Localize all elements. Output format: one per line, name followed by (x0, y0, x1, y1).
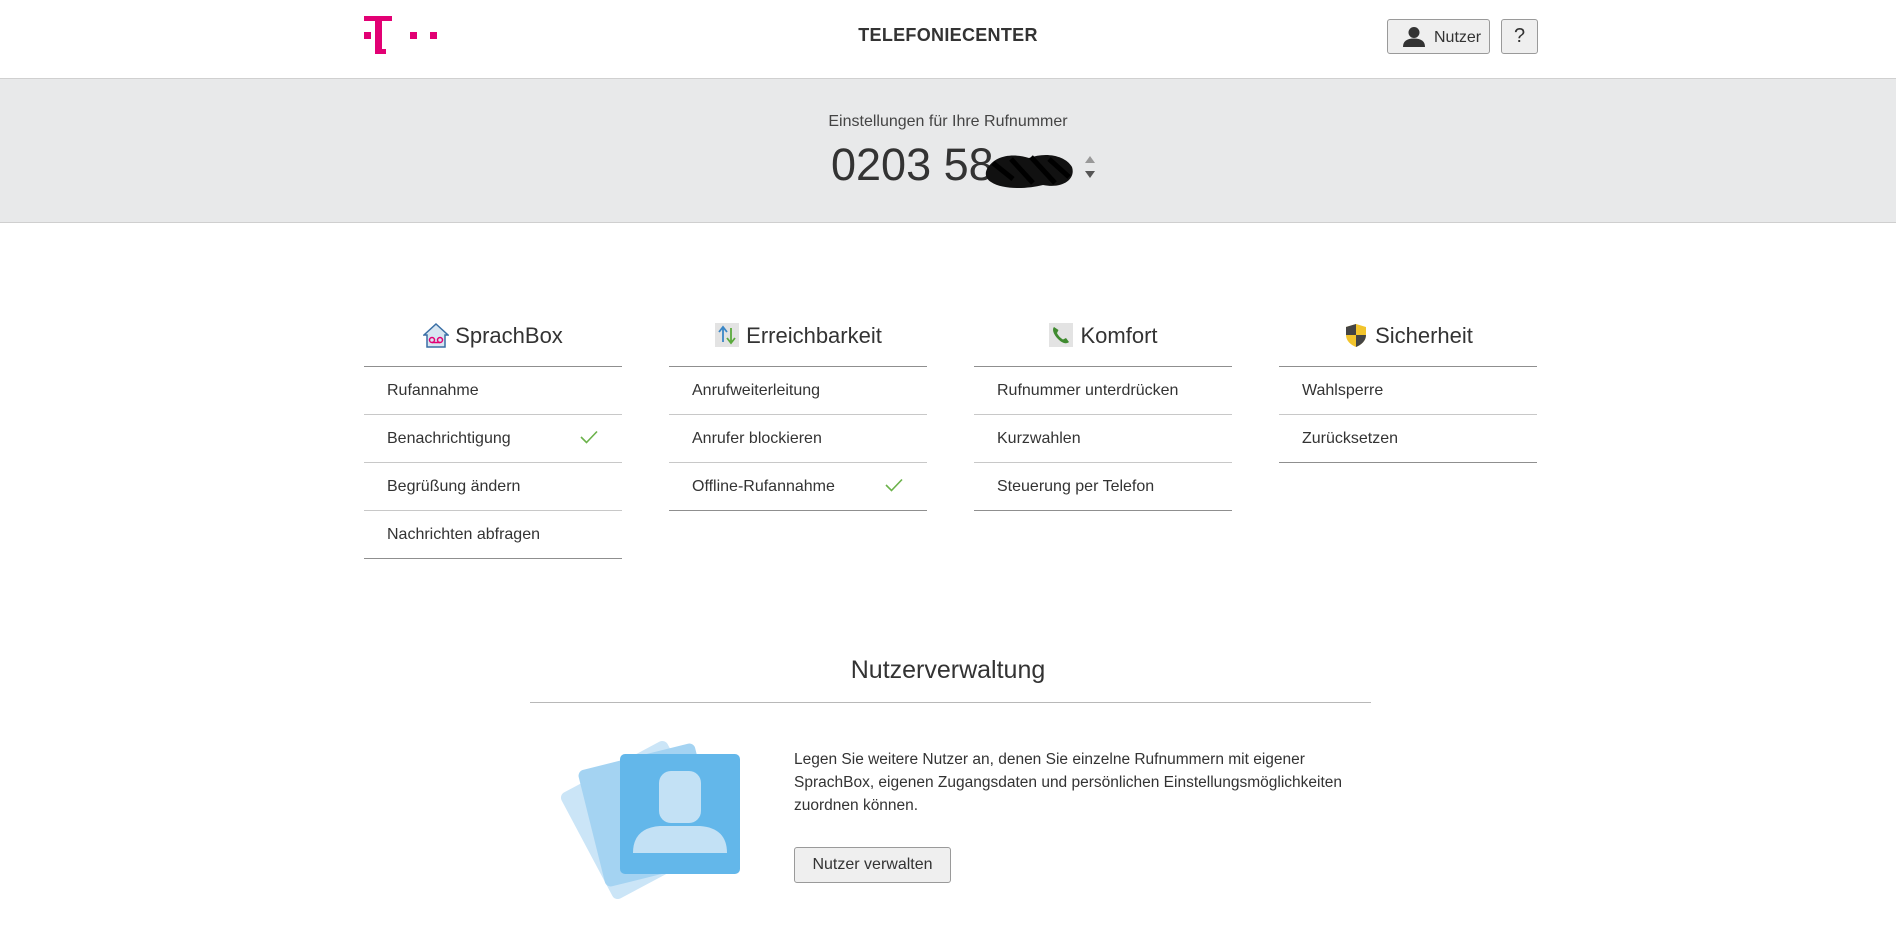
category-heading: Erreichbarkeit (669, 318, 927, 367)
number-band: Einstellungen für Ihre Rufnummer 0203 58 (0, 79, 1896, 223)
top-header: TELEFONIECENTER Nutzer ? (0, 0, 1896, 79)
arrows-up-down-icon (715, 323, 740, 347)
menu-item-label: Rufannahme (387, 382, 479, 399)
category-erreichbarkeit: Erreichbarkeit Anrufweiterleitung Anrufe… (669, 318, 927, 511)
category-komfort: Komfort Rufnummer unterdrücken Kurzwahle… (974, 318, 1232, 511)
menu-item-label: Zurücksetzen (1302, 430, 1399, 447)
category-title: Erreichbarkeit (746, 323, 882, 348)
phone-handset-icon (1049, 323, 1074, 347)
menu-item-anrufer-blockieren[interactable]: Anrufer blockieren (669, 415, 927, 463)
phone-number: 0203 58 (831, 139, 994, 190)
menu-item-label: Steuerung per Telefon (997, 478, 1155, 495)
redaction-scribble (985, 155, 1073, 189)
category-heading: Sicherheit (1279, 318, 1537, 367)
menu-item-label: Offline-Rufannahme (692, 478, 835, 495)
category-heading: SprachBox (364, 318, 622, 367)
menu-item-label: Wahlsperre (1302, 382, 1384, 399)
shield-icon (1346, 324, 1367, 347)
menu-item-rufannahme[interactable]: Rufannahme (364, 367, 622, 415)
number-label: Einstellungen für Ihre Rufnummer (828, 113, 1068, 130)
check-icon (885, 478, 903, 492)
check-icon (580, 430, 598, 444)
app-title: TELEFONIECENTER (858, 25, 1038, 45)
menu-item-label: Benachrichtigung (387, 430, 511, 447)
menu-item-label: Nachrichten abfragen (387, 526, 540, 543)
menu-item-label: Rufnummer unterdrücken (997, 382, 1179, 399)
user-button-label: Nutzer (1434, 29, 1482, 46)
menu-item-label: Anrufweiterleitung (692, 382, 821, 399)
menu-item-rufnummer-unterdruecken[interactable]: Rufnummer unterdrücken (974, 367, 1232, 415)
menu-item-anrufweiterleitung[interactable]: Anrufweiterleitung (669, 367, 927, 415)
menu-item-offline-rufannahme[interactable]: Offline-Rufannahme (669, 463, 927, 511)
menu-item-zuruecksetzen[interactable]: Zurücksetzen (1279, 415, 1537, 463)
user-cards-illustration (560, 740, 740, 900)
user-icon (1403, 27, 1425, 47)
category-heading: Komfort (974, 318, 1232, 367)
menu-item-begruessung[interactable]: Begrüßung ändern (364, 463, 622, 511)
category-title: SprachBox (455, 323, 563, 348)
category-title: Sicherheit (1375, 323, 1473, 348)
category-sprachbox: SprachBox Rufannahme Benachrichtigung Be… (364, 318, 622, 559)
menu-item-label: Anrufer blockieren (692, 430, 822, 447)
user-management-description: Legen Sie weitere Nutzer an, denen Sie e… (794, 751, 1343, 814)
menu-item-steuerung-telefon[interactable]: Steuerung per Telefon (974, 463, 1232, 511)
menu-item-wahlsperre[interactable]: Wahlsperre (1279, 367, 1537, 415)
menu-item-label: Begrüßung ändern (387, 478, 521, 495)
menu-item-benachrichtigung[interactable]: Benachrichtigung (364, 415, 622, 463)
user-button[interactable]: Nutzer (1387, 19, 1490, 54)
user-management-title: Nutzerverwaltung (850, 656, 1046, 684)
menu-item-label: Kurzwahlen (997, 430, 1081, 447)
manage-users-button[interactable]: Nutzer verwalten (794, 847, 951, 883)
voicemail-house-icon (423, 322, 450, 348)
category-sicherheit: Sicherheit Wahlsperre Zurücksetzen (1279, 318, 1537, 463)
menu-item-kurzwahlen[interactable]: Kurzwahlen (974, 415, 1232, 463)
divider (530, 702, 1371, 703)
help-button[interactable]: ? (1501, 19, 1538, 54)
category-title: Komfort (1080, 323, 1158, 348)
menu-item-nachrichten[interactable]: Nachrichten abfragen (364, 511, 622, 559)
number-switch-arrows-icon[interactable] (1083, 153, 1097, 181)
